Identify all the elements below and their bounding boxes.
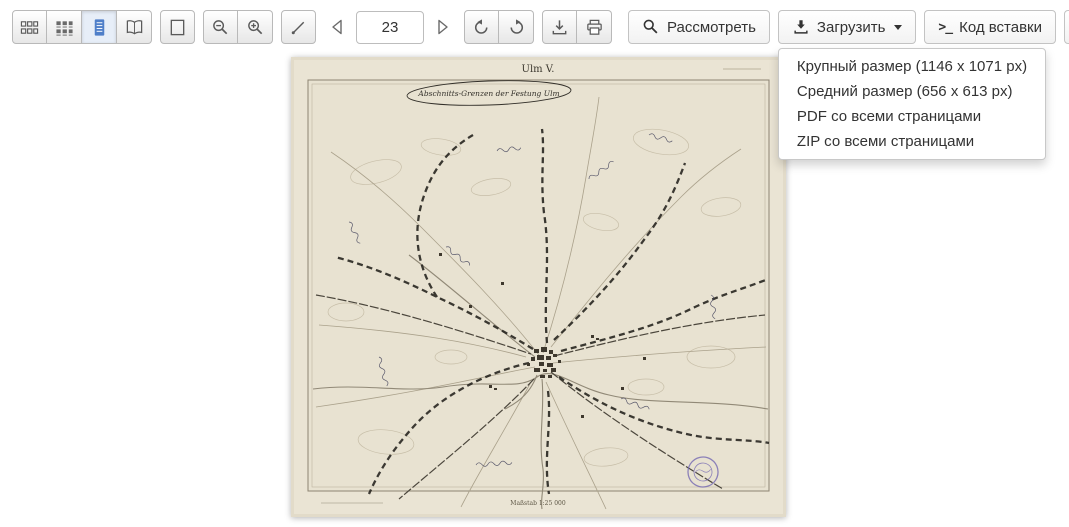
review-button[interactable]: Рассмотреть: [628, 10, 770, 44]
menu-item-zip-all-pages[interactable]: ZIP со всеми страницами: [779, 129, 1045, 154]
zoom-in-button[interactable]: [238, 10, 273, 44]
download-dropdown-menu: Крупный размер (1146 x 1071 px) Средний …: [778, 48, 1046, 160]
rotate-right-button[interactable]: [499, 10, 534, 44]
main-toolbar: Рассмотреть Загрузить Крупный размер (11…: [12, 10, 1057, 44]
line-tool-group: [281, 10, 316, 44]
page-number-input[interactable]: [356, 11, 424, 44]
download-menu-wrap: Загрузить Крупный размер (1146 x 1071 px…: [778, 10, 917, 44]
menu-item-large-size[interactable]: Крупный размер (1146 x 1071 px): [779, 54, 1045, 79]
download-button-label: Загрузить: [817, 19, 886, 36]
embed-button-label: Код вставки: [959, 19, 1042, 36]
thumbnails-captions-icon: [55, 18, 74, 37]
output-group: [542, 10, 612, 44]
prev-page-button[interactable]: [324, 10, 352, 44]
document-page[interactable]: Ulm V.: [291, 57, 786, 517]
menu-item-medium-size[interactable]: Средний размер (656 x 613 px): [779, 79, 1045, 104]
download-icon: [792, 18, 810, 36]
map-title: Ulm V.: [522, 64, 555, 75]
scroll-page-icon: [90, 18, 109, 37]
review-button-label: Рассмотреть: [667, 19, 756, 36]
download-page-button[interactable]: [542, 10, 577, 44]
draw-line-icon: [289, 18, 308, 37]
menu-item-pdf-all-pages[interactable]: PDF со всеми страницами: [779, 104, 1045, 129]
view-mode-group: [12, 10, 152, 44]
zoom-in-icon: [246, 18, 265, 37]
single-page-view-button[interactable]: [160, 10, 195, 44]
zoom-out-button[interactable]: [203, 10, 238, 44]
search-icon: [642, 18, 660, 36]
download-menu-button[interactable]: Загрузить: [778, 10, 917, 44]
rotate-right-icon: [507, 18, 526, 37]
embed-code-button[interactable]: >_ Код вставки: [924, 10, 1056, 44]
printer-icon: [585, 18, 604, 37]
rotate-left-button[interactable]: [464, 10, 499, 44]
single-page-icon: [168, 18, 187, 37]
map-scan: Ulm V.: [291, 57, 786, 517]
rotate-left-icon: [472, 18, 491, 37]
download-page-icon: [550, 18, 569, 37]
prev-page-icon: [328, 17, 348, 37]
next-page-button[interactable]: [428, 10, 456, 44]
zoom-out-icon: [211, 18, 230, 37]
line-tool-button[interactable]: [281, 10, 316, 44]
page-navigation: [324, 10, 456, 44]
edit-button[interactable]: [1064, 10, 1069, 44]
thumbnails-captions-view-button[interactable]: [47, 10, 82, 44]
zoom-group: [203, 10, 273, 44]
thumbnails-small-view-button[interactable]: [12, 10, 47, 44]
map-scale-note: Maßstab 1:25 000: [510, 500, 566, 507]
thumbnails-grid-icon: [20, 18, 39, 37]
rotate-group: [464, 10, 534, 44]
scroll-view-button[interactable]: [82, 10, 117, 44]
print-button[interactable]: [577, 10, 612, 44]
open-book-icon: [125, 18, 144, 37]
map-heading-text: Abschnitts-Grenzen der Festung Ulm: [417, 89, 559, 98]
book-view-button[interactable]: [117, 10, 152, 44]
single-page-group: [160, 10, 195, 44]
embed-code-icon: >_: [938, 20, 952, 35]
next-page-icon: [432, 17, 452, 37]
caret-down-icon: [894, 25, 902, 30]
